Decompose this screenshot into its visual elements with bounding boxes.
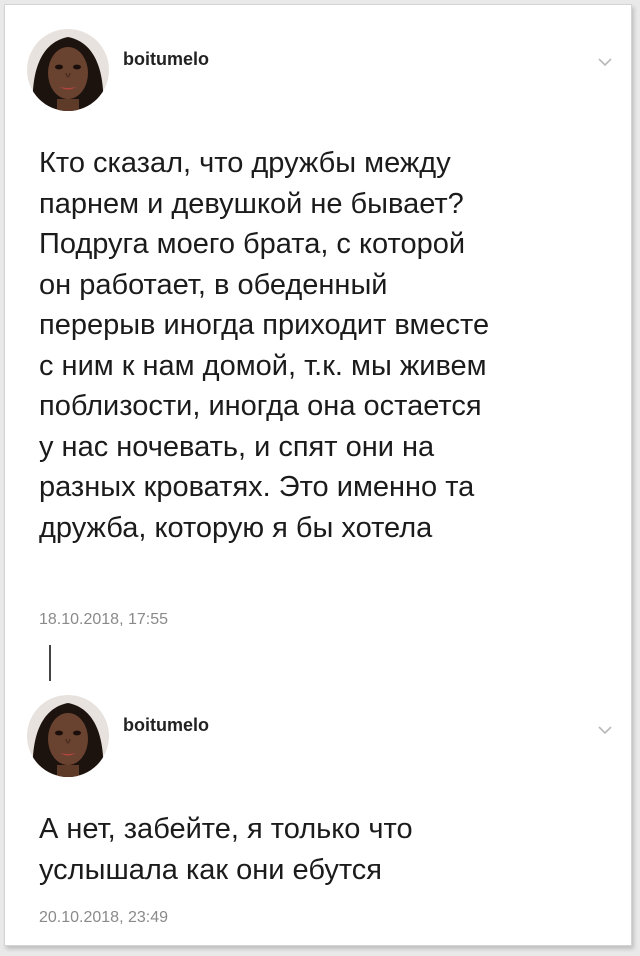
post-thread-card: boitumelo Кто сказал, что дружбы между п… — [4, 4, 632, 946]
post-timestamp[interactable]: 18.10.2018, 17:55 — [39, 611, 168, 629]
chevron-down-icon[interactable] — [595, 55, 615, 69]
post-text: А нет, забейте, я только что услышала ка… — [39, 813, 413, 886]
post-timestamp[interactable]: 20.10.2018, 23:49 — [39, 909, 168, 927]
avatar[interactable] — [27, 29, 109, 111]
chevron-down-icon[interactable] — [595, 723, 615, 737]
post-text: Кто сказал, что дружбы между парнем и де… — [39, 147, 490, 544]
username[interactable]: boitumelo — [123, 49, 209, 70]
avatar[interactable] — [27, 695, 109, 777]
thread-connector-line — [49, 645, 51, 681]
username[interactable]: boitumelo — [123, 715, 209, 736]
